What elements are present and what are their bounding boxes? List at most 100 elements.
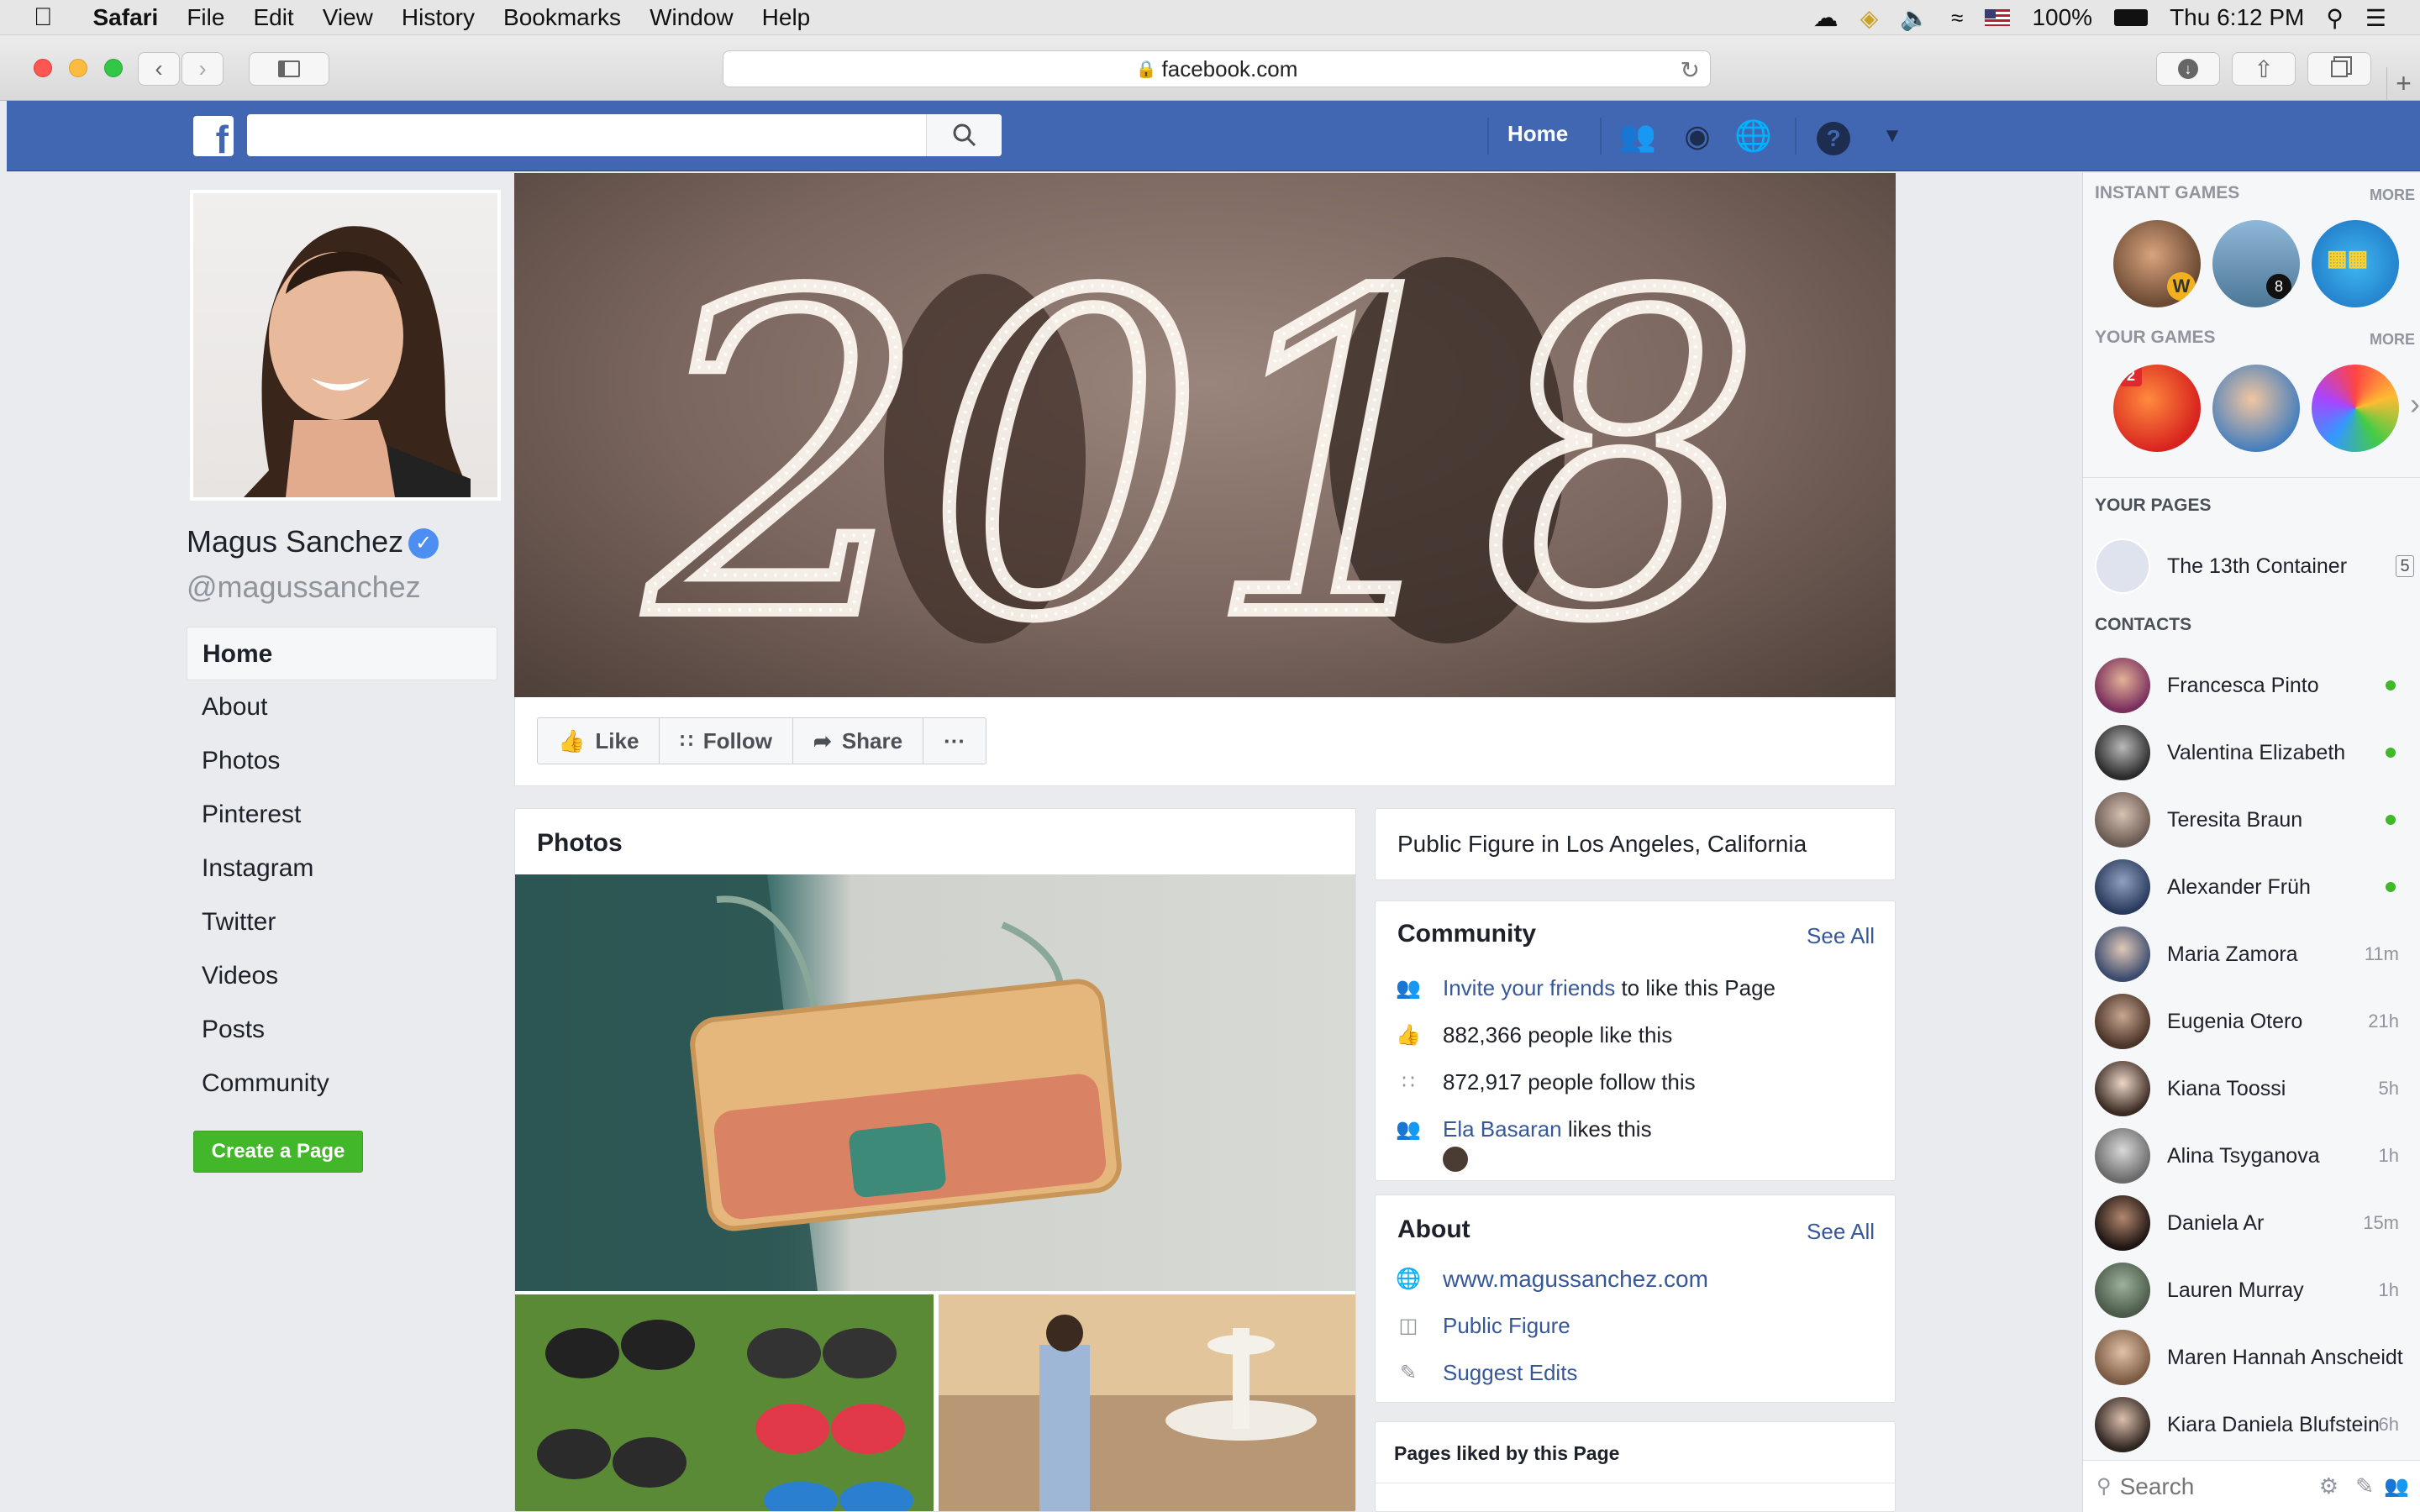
friend-name-link[interactable]: Ela Basaran [1443, 1116, 1562, 1142]
games-next-chevron-icon[interactable]: › [2410, 386, 2420, 422]
menu-window[interactable]: Window [650, 4, 734, 31]
nav-item-pinterest[interactable]: Pinterest [187, 788, 497, 842]
contact-item[interactable]: Maria Zamora 11m [2095, 924, 2419, 984]
menu-edit[interactable]: Edit [253, 4, 293, 31]
share-page-button[interactable]: ➦ Share [793, 718, 924, 764]
reload-icon[interactable]: ↻ [1681, 56, 1700, 84]
menu-help[interactable]: Help [762, 4, 811, 31]
chat-settings-gear-icon[interactable]: ⚙ [2319, 1473, 2338, 1499]
tabs-overview-button[interactable] [2307, 52, 2371, 86]
community-title[interactable]: Community [1397, 920, 1536, 948]
menu-bookmarks[interactable]: Bookmarks [503, 4, 621, 31]
battery-icon[interactable] [2114, 9, 2149, 26]
contact-item[interactable]: Eugenia Otero 21h [2095, 991, 2419, 1052]
nav-item-home[interactable]: Home [187, 627, 497, 680]
contact-item[interactable]: Lauren Murray 1h [2095, 1260, 2419, 1320]
new-message-icon[interactable]: ✎ [2355, 1473, 2374, 1499]
us-flag-icon[interactable] [1985, 9, 2011, 26]
volume-icon[interactable]: 🔈 [1900, 4, 1929, 32]
photos-title[interactable]: Photos [537, 829, 623, 858]
suggest-edits-link[interactable]: Suggest Edits [1443, 1360, 1577, 1386]
category-link[interactable]: Public Figure [1443, 1313, 1570, 1339]
nav-item-posts[interactable]: Posts [187, 1003, 497, 1057]
contact-item[interactable]: Kiana Toossi 5h [2095, 1058, 2419, 1119]
nav-item-about[interactable]: About [187, 680, 497, 734]
spotlight-search-icon[interactable]: ⚲ [2326, 4, 2344, 32]
nav-item-community[interactable]: Community [187, 1057, 497, 1110]
your-page-item[interactable]: The 13th Container 5 [2095, 536, 2419, 596]
creative-cloud-icon[interactable]: ☁ [1813, 3, 1839, 33]
more-options-button[interactable]: ··· [923, 718, 986, 764]
account-menu-chevron-icon[interactable]: ▼ [1874, 118, 1911, 155]
nav-home-link[interactable]: Home [1507, 121, 1568, 147]
game-candy-crush[interactable]: 2 [2113, 365, 2201, 452]
nav-item-instagram[interactable]: Instagram [187, 842, 497, 895]
close-window-button[interactable] [34, 59, 52, 77]
photo-sunglasses[interactable] [515, 1294, 934, 1511]
address-bar[interactable]: 🔒 facebook.com ↻ [723, 50, 1711, 87]
create-page-button[interactable]: Create a Page [193, 1131, 363, 1173]
contact-item[interactable]: Daniela Ar 15m [2095, 1193, 2419, 1253]
back-button[interactable]: ‹ [138, 52, 180, 86]
contact-item[interactable]: Teresita Braun [2095, 790, 2419, 850]
chat-search-input[interactable] [2119, 1469, 2305, 1504]
profile-handle[interactable]: @magussanchez [187, 570, 421, 605]
invite-friends-link[interactable]: Invite your friends [1443, 975, 1615, 1001]
game-words-with-friends[interactable]: W [2113, 220, 2201, 307]
nav-item-videos[interactable]: Videos [187, 949, 497, 1003]
notifications-globe-icon[interactable]: 🌐 [1734, 118, 1772, 155]
notification-center-icon[interactable]: ☰ [2365, 4, 2386, 32]
cover-photo[interactable]: 2018 2018 [514, 173, 1896, 697]
sidebar-toggle-button[interactable] [249, 52, 329, 86]
like-button[interactable]: 👍 Like [538, 718, 660, 764]
minimize-window-button[interactable] [69, 59, 87, 77]
contact-item[interactable]: Maren Hannah Anscheidt [2095, 1327, 2419, 1388]
forward-button[interactable]: › [182, 52, 224, 86]
about-see-all-link[interactable]: See All [1807, 1219, 1875, 1245]
website-link[interactable]: www.magussanchez.com [1443, 1266, 1708, 1293]
facebook-search-input[interactable] [247, 114, 1002, 156]
menu-history[interactable]: History [402, 4, 475, 31]
facebook-logo[interactable]: f [193, 116, 234, 156]
contact-item[interactable]: Francesca Pinto [2095, 655, 2419, 716]
contact-item[interactable]: Valentina Elizabeth [2095, 722, 2419, 783]
menu-view[interactable]: View [323, 4, 373, 31]
new-tab-button[interactable]: + [2386, 67, 2420, 101]
search-button[interactable] [926, 114, 1002, 156]
help-icon[interactable]: ? [1815, 118, 1852, 155]
your-games-more-link[interactable]: MORE [2370, 331, 2415, 349]
menu-file[interactable]: File [187, 4, 224, 31]
pages-liked-title[interactable]: Pages liked by this Page [1394, 1442, 1619, 1465]
battery-percent[interactable]: 100% [2032, 4, 2092, 31]
zoom-window-button[interactable] [104, 59, 123, 77]
friend-requests-icon[interactable]: 👥 [1618, 118, 1656, 155]
nav-item-photos[interactable]: Photos [187, 734, 497, 788]
clock[interactable]: Thu 6:12 PM [2170, 4, 2304, 31]
follow-button[interactable]: ∷ Follow [660, 718, 794, 764]
online-indicator-icon [2386, 680, 2396, 690]
community-see-all-link[interactable]: See All [1807, 923, 1875, 949]
photo-fountain[interactable] [939, 1294, 1355, 1511]
about-title[interactable]: About [1397, 1215, 1470, 1244]
downloads-button[interactable]: ↓ [2156, 52, 2220, 86]
wifi-icon[interactable]: ≈ [1951, 5, 1963, 31]
friend-avatar[interactable] [1443, 1147, 1468, 1172]
apple-menu-icon[interactable]:  [34, 3, 53, 32]
game-tetris[interactable]: ▦▦ [2312, 220, 2399, 307]
photo-handbag[interactable] [515, 874, 1355, 1291]
shield-icon[interactable]: ◈ [1860, 4, 1879, 32]
nav-item-twitter[interactable]: Twitter [187, 895, 497, 949]
contact-item[interactable]: Alexander Früh [2095, 857, 2419, 917]
game-8-ball-pool[interactable]: 8 [2212, 220, 2300, 307]
game-episode[interactable] [2212, 365, 2300, 452]
contact-item[interactable]: Kiara Daniela Blufstein 6h [2095, 1394, 2419, 1455]
profile-picture[interactable] [190, 190, 501, 501]
instant-games-more-link[interactable]: MORE [2370, 186, 2415, 204]
create-group-icon[interactable]: 👥 [2384, 1474, 2409, 1499]
app-menu-safari[interactable]: Safari [93, 4, 159, 31]
contact-item[interactable]: Alina Tsyganova 1h [2095, 1126, 2419, 1186]
last-active-time: 11m [2364, 943, 2399, 964]
share-button[interactable]: ⇧ [2232, 52, 2296, 86]
messenger-icon[interactable]: ◉ [1679, 118, 1716, 155]
game-tetris-blitz[interactable] [2312, 365, 2399, 452]
